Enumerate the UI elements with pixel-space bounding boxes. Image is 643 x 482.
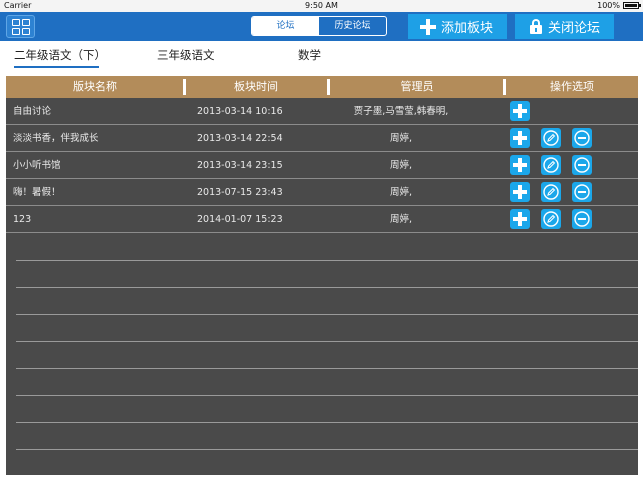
table-row: 小小听书馆 2013-03-14 23:15 周婷, [6, 152, 638, 179]
add-block-button[interactable]: 添加板块 [408, 14, 507, 39]
tab-grade2-chinese[interactable]: 二年级语文（下） [14, 47, 106, 63]
table-row: 淡淡书香，伴我成长 2013-03-14 22:54 周婷, [6, 125, 638, 152]
edit-button[interactable] [541, 155, 561, 175]
column-header-time: 板块时间 [234, 80, 278, 93]
forum-segment-control: 论坛 历史论坛 [251, 16, 387, 36]
close-forum-label: 关闭论坛 [548, 21, 601, 36]
lock-icon [522, 14, 548, 39]
block-name: 淡淡书香，伴我成长 [13, 133, 99, 144]
grid-icon-cell [21, 18, 30, 26]
column-header-actions: 操作选项 [550, 80, 594, 93]
plus-icon [415, 14, 441, 39]
clock: 9:50 AM [305, 1, 338, 10]
delete-button[interactable] [572, 128, 592, 148]
add-button[interactable] [510, 155, 530, 175]
add-button[interactable] [510, 182, 530, 202]
nav-bar: 论坛 历史论坛 添加板块 关闭论坛 [0, 12, 643, 41]
edit-button[interactable] [541, 209, 561, 229]
grid-menu-button[interactable] [6, 15, 35, 38]
forum-block-table: 版块名称 板块时间 管理员 操作选项 自由讨论 2013-03-14 10:16 贾… [6, 76, 638, 475]
delete-button[interactable] [572, 182, 592, 202]
column-header-name: 版块名称 [73, 80, 117, 93]
grid-icon-cell [11, 27, 20, 35]
block-time: 2014-01-07 15:23 [197, 214, 283, 225]
empty-row-divider [16, 341, 638, 342]
edit-button[interactable] [541, 182, 561, 202]
segment-forum[interactable]: 论坛 [252, 17, 319, 35]
empty-row-divider [16, 449, 638, 450]
block-name: 嗨！暑假！ [13, 187, 61, 198]
block-time: 2013-07-15 23:43 [197, 187, 283, 198]
block-time: 2013-03-14 23:15 [197, 160, 283, 171]
block-time: 2013-03-14 10:16 [197, 106, 283, 117]
empty-row-divider [16, 287, 638, 288]
block-admins: 周婷, [389, 214, 413, 225]
battery-icon [623, 2, 641, 9]
block-admins: 周婷, [389, 187, 413, 198]
table-row: 自由讨论 2013-03-14 10:16 贾子墨,马雪莹,韩春明, [6, 98, 638, 125]
active-tab-indicator [14, 66, 99, 68]
add-button[interactable] [510, 209, 530, 229]
column-header-admin: 管理员 [400, 80, 434, 93]
delete-button[interactable] [572, 155, 592, 175]
empty-row-divider [16, 368, 638, 369]
block-admins: 周婷, [389, 160, 413, 171]
block-name: 自由讨论 [13, 106, 52, 117]
tab-grade3-chinese[interactable]: 三年级语文 [157, 47, 215, 63]
tab-math[interactable]: 数学 [298, 47, 321, 63]
battery-percent: 100% [597, 1, 620, 10]
status-bar: Carrier 9:50 AM 100% [0, 0, 643, 12]
edit-button[interactable] [541, 128, 561, 148]
empty-row-divider [16, 260, 638, 261]
table-row: 嗨！暑假！ 2013-07-15 23:43 周婷, [6, 179, 638, 206]
block-admins: 周婷, [389, 133, 413, 144]
segment-history-forum[interactable]: 历史论坛 [319, 17, 386, 35]
block-admins: 贾子墨,马雪莹,韩春明, [353, 106, 449, 117]
battery-indicator: 100% [597, 1, 641, 10]
delete-button[interactable] [572, 209, 592, 229]
empty-row-divider [16, 314, 638, 315]
close-forum-button[interactable]: 关闭论坛 [515, 14, 614, 39]
grid-icon-cell [21, 27, 30, 35]
block-name: 小小听书馆 [13, 160, 61, 171]
empty-row-divider [16, 395, 638, 396]
add-button[interactable] [510, 101, 530, 121]
table-header: 版块名称 板块时间 管理员 操作选项 [6, 76, 638, 98]
empty-row-divider [16, 422, 638, 423]
grid-icon [11, 18, 20, 26]
block-time: 2013-03-14 22:54 [197, 133, 283, 144]
add-button[interactable] [510, 128, 530, 148]
block-name: 123 [13, 214, 32, 225]
add-block-label: 添加板块 [441, 21, 494, 36]
table-row: 123 2014-01-07 15:23 周婷, [6, 206, 638, 233]
